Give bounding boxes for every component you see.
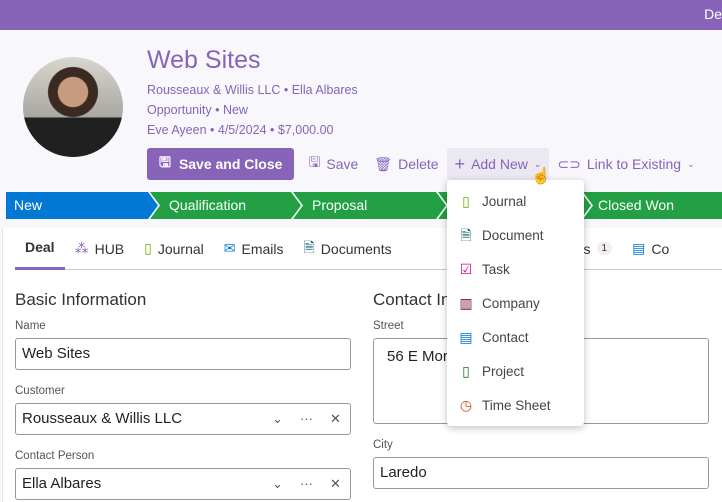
plus-icon: + — [454, 153, 466, 174]
document-icon: 🗎 — [460, 227, 472, 243]
more-icon[interactable]: ··· — [300, 404, 313, 434]
tab-label: Documents — [320, 240, 392, 257]
tab-label: Deal — [25, 239, 55, 255]
menu-item-company[interactable]: ▥ Company — [459, 295, 540, 311]
tab-hub[interactable]: ⁂ HUB — [65, 228, 135, 270]
type-text: Opportunity — [147, 103, 212, 117]
menu-item-journal[interactable]: ▯ Journal — [459, 193, 526, 209]
document-icon: 🗎 — [303, 238, 315, 255]
trash-icon: 🗑 — [374, 155, 393, 172]
basic-info-heading: Basic Information — [15, 290, 147, 309]
menu-item-document[interactable]: 🗎 Document — [459, 227, 544, 243]
tab-documents[interactable]: 🗎 Documents — [294, 228, 402, 270]
owner-text: Eve Ayeen — [147, 123, 207, 137]
tab-label: Emails — [241, 240, 284, 257]
contact-person-label: Contact Person — [15, 450, 95, 462]
hand-cursor-icon: ☝ — [531, 168, 551, 185]
project-icon: ▯ — [462, 363, 470, 379]
count-badge: 1 — [596, 242, 613, 255]
stage-qualification[interactable]: Qualification — [153, 192, 246, 219]
contact-icon: ▤ — [632, 240, 646, 256]
hub-icon: ⁂ — [74, 240, 89, 256]
journal-icon: ▯ — [462, 193, 470, 209]
name-input[interactable]: Web Sites — [15, 338, 351, 370]
customer-link[interactable]: Rousseaux & Willis LLC — [147, 83, 280, 97]
menu-item-label: Document — [482, 227, 544, 243]
form-card: Deal ⁂HUB ▯Journal ✉Emails 🗎Documents mp… — [2, 228, 722, 502]
menu-item-label: Time Sheet — [482, 397, 551, 413]
chevron-down-icon[interactable]: ⌄ — [272, 469, 283, 499]
meta-line-3: Eve Ayeen • 4/5/2024 • $7,000.00 — [147, 123, 334, 137]
tab-label: HUB — [94, 240, 125, 257]
tab-label: Journal — [157, 240, 204, 257]
save-label: Save — [326, 156, 359, 172]
clear-icon[interactable]: ✕ — [330, 404, 341, 434]
meta-line-1: Rousseaux & Willis LLC • Ella Albares — [147, 83, 358, 97]
toolbar: 🖫 Save and Close 🖫 Save 🗑 Delete + Add New ⌄ … — [147, 148, 703, 180]
tab-emails[interactable]: ✉ Emails — [214, 228, 294, 270]
contact-link[interactable]: Ella Albares — [292, 83, 358, 97]
stage-bar: New Qualification Proposal Closed Won — [6, 192, 722, 219]
amount-text: $7,000.00 — [277, 123, 334, 137]
menu-item-time-sheet[interactable]: ◷ Time Sheet — [459, 397, 551, 413]
email-icon: ✉ — [223, 240, 236, 256]
contact-icon: ▤ — [459, 329, 473, 345]
date-text: 4/5/2024 — [217, 123, 267, 137]
clear-icon[interactable]: ✕ — [330, 469, 341, 499]
tab-bar: Deal ⁂HUB ▯Journal ✉Emails 🗎Documents mp… — [15, 228, 722, 270]
customer-label: Customer — [15, 385, 65, 397]
city-label: City — [373, 439, 393, 451]
more-icon[interactable]: ··· — [300, 469, 313, 499]
menu-item-task[interactable]: ☑ Task — [459, 261, 510, 277]
menu-item-label: Project — [482, 363, 525, 379]
link-existing-label: Link to Existing — [586, 156, 682, 172]
company-icon: ▥ — [459, 295, 473, 311]
save-and-close-label: Save and Close — [178, 156, 283, 172]
delete-button[interactable]: 🗑 Delete — [366, 148, 446, 180]
stage-new[interactable]: New — [0, 192, 42, 219]
contact-person-value: Ella Albares — [22, 475, 102, 492]
street-label: Street — [373, 320, 404, 332]
add-new-menu: ▯ Journal 🗎 Document ☑ Task ▥ Company ▤ Conta… — [447, 180, 584, 426]
menu-item-contact[interactable]: ▤ Contact — [459, 329, 529, 345]
customer-value: Rousseaux & Willis LLC — [22, 410, 183, 427]
clock-icon: ◷ — [459, 397, 473, 413]
stage-proposal[interactable]: Proposal — [296, 192, 367, 219]
contact-info-heading: Contact In — [373, 290, 451, 309]
tab-deal[interactable]: Deal — [15, 228, 65, 270]
contact-person-lookup[interactable]: Ella Albares ⌄ ··· ✕ — [15, 468, 351, 500]
city-input[interactable]: Laredo — [373, 457, 709, 489]
menu-item-label: Company — [482, 295, 540, 311]
save-and-close-button[interactable]: 🖫 Save and Close — [147, 148, 295, 180]
add-new-label: Add New — [471, 156, 528, 172]
tab-contacts[interactable]: ▤ Co — [622, 228, 679, 270]
journal-icon: ▯ — [144, 240, 152, 256]
menu-item-label: Task — [482, 261, 510, 277]
chevron-down-icon[interactable]: ⌄ — [272, 404, 283, 434]
delete-label: Delete — [398, 156, 439, 172]
menu-item-project[interactable]: ▯ Project — [459, 363, 524, 379]
page-title: Web Sites — [147, 46, 261, 74]
link-icon: ⊂⊃ — [557, 155, 581, 172]
save-icon: 🖫 — [308, 154, 321, 170]
top-bar-text: De — [704, 6, 722, 22]
task-icon: ☑ — [459, 261, 473, 277]
tab-label: Co — [651, 240, 670, 257]
customer-lookup[interactable]: Rousseaux & Willis LLC ⌄ ··· ✕ — [15, 403, 351, 435]
stage-closed-won[interactable]: Closed Won — [582, 192, 674, 219]
chevron-down-icon: ⌄ — [687, 158, 695, 169]
menu-item-label: Journal — [482, 193, 527, 209]
top-bar: De — [0, 0, 722, 30]
tab-journal[interactable]: ▯ Journal — [134, 228, 214, 270]
avatar — [23, 57, 123, 157]
name-label: Name — [15, 320, 46, 332]
meta-line-2: Opportunity • New — [147, 103, 248, 117]
menu-item-label: Contact — [482, 329, 529, 345]
save-button[interactable]: 🖫 Save — [300, 148, 366, 180]
link-existing-button[interactable]: ⊂⊃ Link to Existing ⌄ — [549, 148, 702, 180]
save-icon: 🖫 — [159, 154, 171, 170]
stage-text: New — [222, 103, 248, 117]
